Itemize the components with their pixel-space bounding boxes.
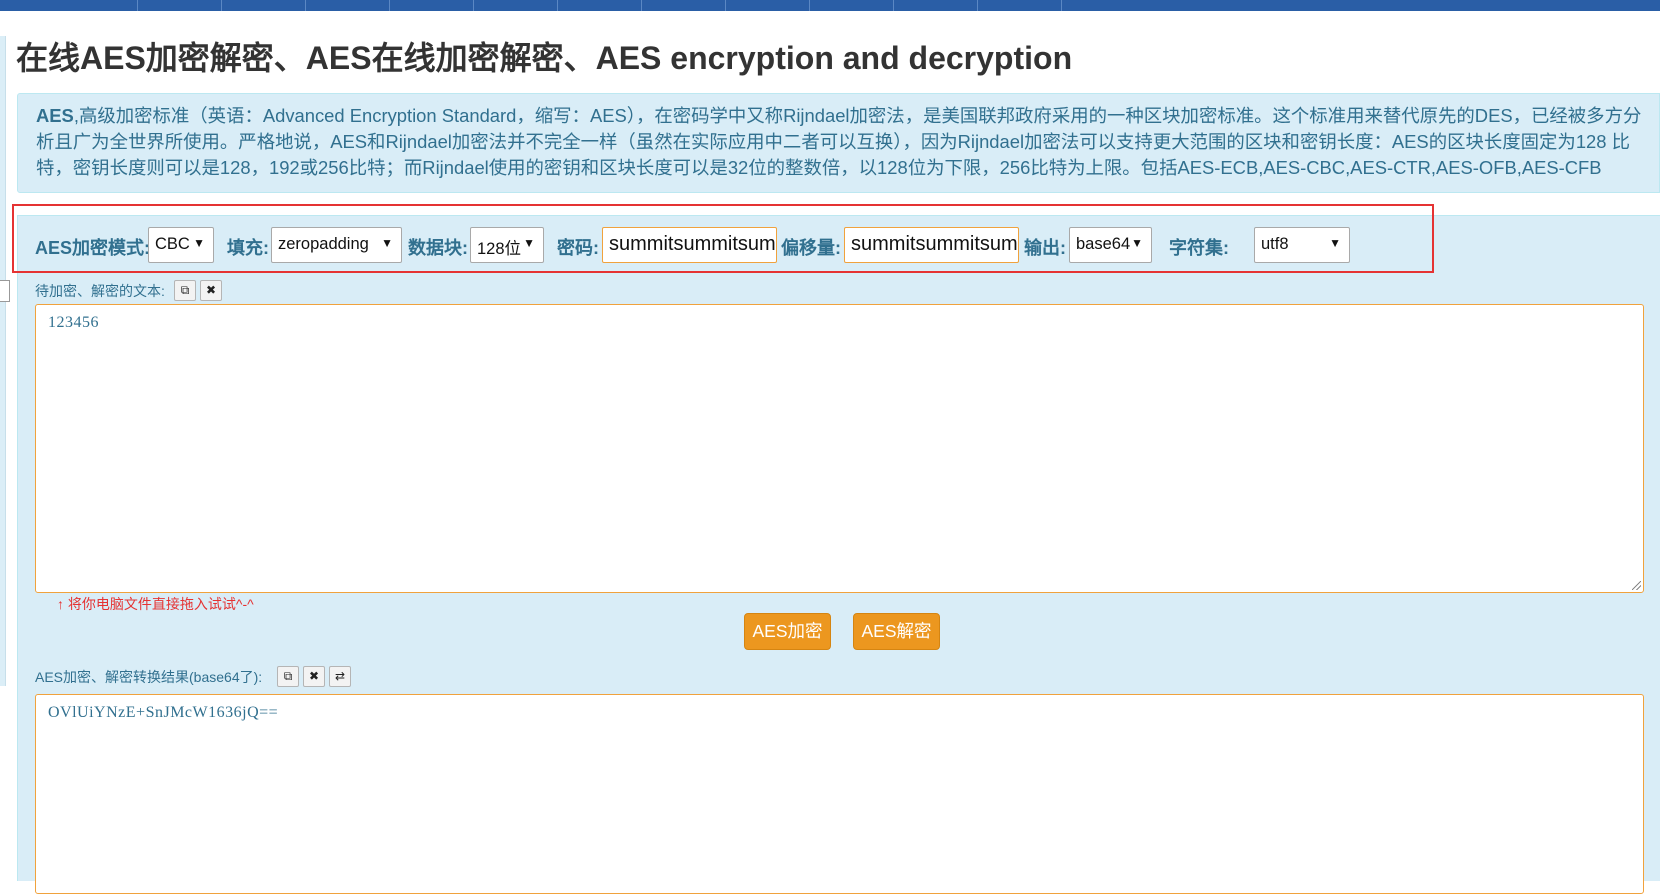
mode-select-value: CBC bbox=[155, 235, 190, 253]
nav-item[interactable] bbox=[390, 0, 474, 11]
chevron-down-icon: ▼ bbox=[381, 236, 393, 250]
intro-description: AES,高级加密标准（英语：Advanced Encryption Standa… bbox=[17, 93, 1660, 193]
padding-select-value: zeropadding bbox=[278, 235, 369, 253]
charset-select[interactable]: utf8 ▼ bbox=[1254, 227, 1350, 263]
output-label: 输出: bbox=[1024, 238, 1066, 258]
input-textarea[interactable]: 123456 bbox=[35, 304, 1644, 593]
output-text-label: AES加密、解密转换结果(base64了): bbox=[35, 669, 263, 685]
padding-label: 填充: bbox=[227, 238, 269, 258]
iv-input[interactable]: summitsummitsummit bbox=[844, 227, 1019, 263]
nav-item[interactable] bbox=[726, 0, 810, 11]
chevron-down-icon: ▼ bbox=[1131, 236, 1143, 250]
intro-bold-term: AES bbox=[36, 105, 74, 126]
aes-encrypt-button[interactable]: AES加密 bbox=[744, 613, 831, 650]
output-format-select-value: base64 bbox=[1076, 235, 1131, 253]
mode-label: AES加密模式: bbox=[35, 238, 151, 258]
input-text-label: 待加密、解密的文本: bbox=[35, 283, 165, 299]
input-textarea-value: 123456 bbox=[48, 314, 99, 331]
clear-icon[interactable]: ✖ bbox=[303, 666, 325, 687]
output-textarea[interactable]: OVlUiYNzE+SnJMcW1636jQ== bbox=[35, 694, 1644, 894]
nav-item[interactable] bbox=[138, 0, 222, 11]
nav-item[interactable] bbox=[810, 0, 894, 11]
block-size-select-value: 128位 bbox=[477, 240, 522, 258]
charset-label: 字符集: bbox=[1169, 238, 1229, 258]
nav-item[interactable] bbox=[894, 0, 978, 11]
padding-select[interactable]: zeropadding ▼ bbox=[271, 227, 402, 263]
sidebar-toggle[interactable] bbox=[0, 280, 10, 302]
nav-item[interactable] bbox=[642, 0, 726, 11]
options-row: AES加密模式: CBC ▼ 填充: zeropadding ▼ 数据块: 12… bbox=[0, 227, 1660, 263]
key-label: 密码: bbox=[557, 238, 599, 258]
mode-select[interactable]: CBC ▼ bbox=[148, 227, 214, 263]
left-sidebar-strip bbox=[0, 36, 6, 686]
intro-text: ,高级加密标准（英语：Advanced Encryption Standard，… bbox=[36, 105, 1642, 178]
block-size-label: 数据块: bbox=[408, 238, 468, 258]
key-input[interactable]: summitsummitsummit bbox=[602, 227, 777, 263]
page-title: 在线AES加密解密、AES在线加密解密、AES encryption and d… bbox=[16, 40, 1073, 76]
nav-item[interactable] bbox=[558, 0, 642, 11]
chevron-down-icon: ▼ bbox=[193, 236, 205, 250]
drag-file-hint: ↑ 将你电脑文件直接拖入试试^-^ bbox=[57, 596, 254, 612]
output-textarea-value: OVlUiYNzE+SnJMcW1636jQ== bbox=[48, 704, 279, 721]
charset-select-value: utf8 bbox=[1261, 235, 1289, 253]
chevron-down-icon: ▼ bbox=[523, 236, 535, 250]
nav-item[interactable] bbox=[222, 0, 306, 11]
iv-label: 偏移量: bbox=[781, 238, 841, 258]
chevron-down-icon: ▼ bbox=[1329, 236, 1341, 250]
clear-icon[interactable]: ✖ bbox=[200, 280, 222, 301]
aes-decrypt-button[interactable]: AES解密 bbox=[853, 613, 940, 650]
nav-item[interactable] bbox=[474, 0, 558, 11]
copy-icon[interactable]: ⧉ bbox=[174, 280, 196, 301]
nav-item[interactable] bbox=[978, 0, 1062, 11]
output-format-select[interactable]: base64 ▼ bbox=[1069, 227, 1152, 263]
copy-icon[interactable]: ⧉ bbox=[277, 666, 299, 687]
nav-item[interactable] bbox=[0, 0, 138, 11]
nav-item[interactable] bbox=[306, 0, 390, 11]
top-nav-bar bbox=[0, 0, 1660, 11]
swap-icon[interactable]: ⇄ bbox=[329, 666, 351, 687]
resize-handle[interactable] bbox=[1632, 581, 1641, 590]
block-size-select[interactable]: 128位 ▼ bbox=[470, 227, 544, 263]
